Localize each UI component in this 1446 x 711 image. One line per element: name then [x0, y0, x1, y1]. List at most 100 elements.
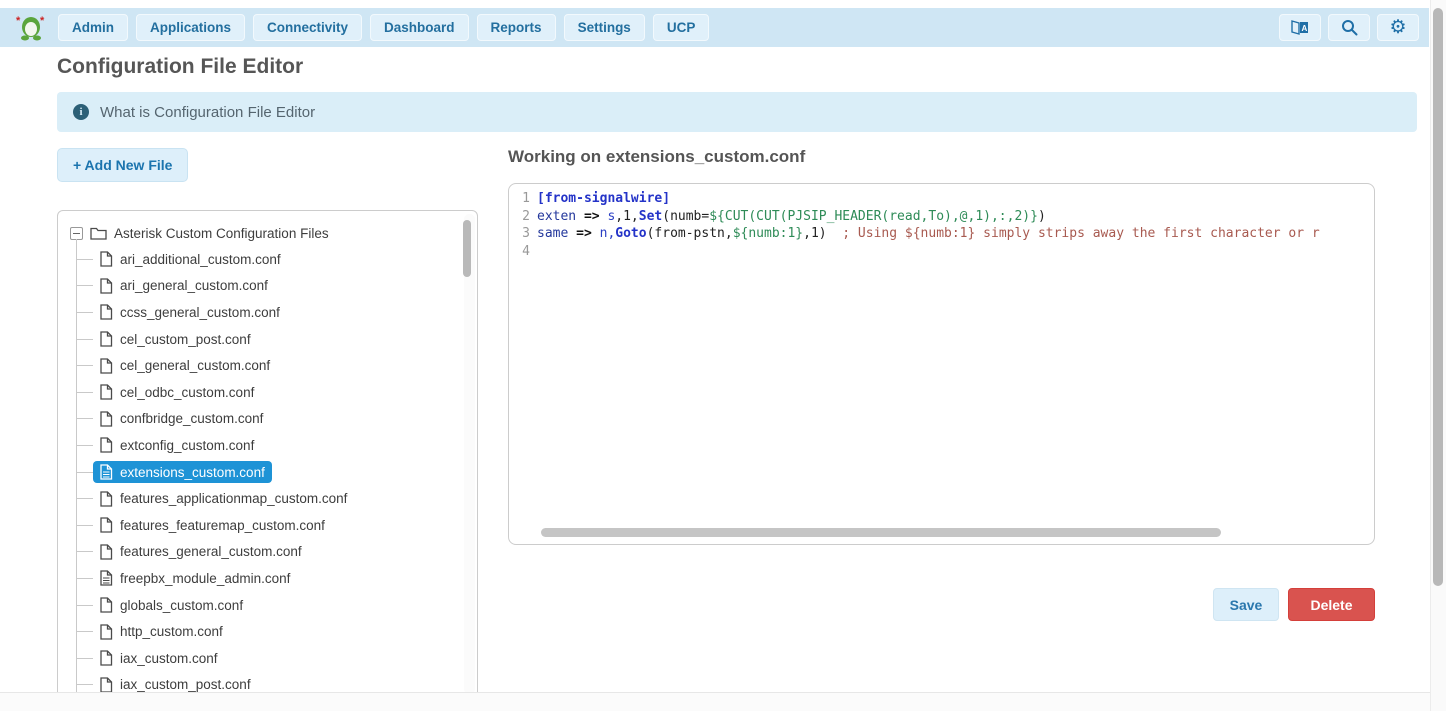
line-number: 2 — [509, 209, 537, 227]
svg-text:A: A — [1302, 24, 1308, 33]
tree-item-chip[interactable]: cel_custom_post.conf — [93, 328, 258, 350]
file-tree-panel: Asterisk Custom Configuration Files ari_… — [57, 210, 478, 702]
save-button[interactable]: Save — [1213, 588, 1279, 621]
tree-item-chip[interactable]: features_general_custom.conf — [93, 541, 309, 563]
line-number: 1 — [509, 191, 537, 209]
file-name-label: iax_custom.conf — [120, 651, 218, 666]
editor-horizontal-scrollbar[interactable] — [541, 528, 1221, 537]
tree-item-cel_custom_post.conf: cel_custom_post.conf — [76, 326, 467, 353]
tree-item-chip[interactable]: iax_custom.conf — [93, 647, 225, 669]
tree-item-features_featuremap_custom.conf: features_featuremap_custom.conf — [76, 512, 467, 539]
nav-item-admin[interactable]: Admin — [58, 14, 128, 41]
delete-button[interactable]: Delete — [1288, 588, 1375, 621]
file-name-label: features_applicationmap_custom.conf — [120, 491, 347, 506]
file-name-label: ari_additional_custom.conf — [120, 252, 281, 267]
tree-item-extensions_custom.conf: extensions_custom.conf — [76, 459, 467, 486]
line-number: 4 — [509, 244, 537, 262]
nav-item-reports[interactable]: Reports — [477, 14, 556, 41]
file-name-label: features_featuremap_custom.conf — [120, 518, 325, 533]
code-editor[interactable]: 1[from-signalwire]2exten => s,1,Set(numb… — [508, 183, 1375, 545]
file-icon — [100, 437, 113, 453]
tree-item-chip[interactable]: features_applicationmap_custom.conf — [93, 488, 354, 510]
collapse-icon[interactable] — [70, 227, 83, 240]
language-button[interactable]: A — [1279, 14, 1321, 41]
tree-item-chip[interactable]: cel_general_custom.conf — [93, 355, 277, 377]
code-line-3: 3same => n,Goto(from-pstn,${numb:1},1) ;… — [509, 226, 1374, 244]
tree-item-ari_general_custom.conf: ari_general_custom.conf — [76, 273, 467, 300]
tree-item-chip[interactable]: extconfig_custom.conf — [93, 434, 261, 456]
file-icon — [100, 464, 113, 480]
code-line-4: 4 — [509, 244, 1374, 262]
tree-item-http_custom.conf: http_custom.conf — [76, 618, 467, 645]
file-icon — [100, 331, 113, 347]
tree-item-ccss_general_custom.conf: ccss_general_custom.conf — [76, 299, 467, 326]
tree-item-confbridge_custom.conf: confbridge_custom.conf — [76, 406, 467, 433]
working-on-heading: Working on extensions_custom.conf — [508, 147, 805, 167]
file-name-label: cel_general_custom.conf — [120, 358, 270, 373]
tree-root-node[interactable]: Asterisk Custom Configuration Files — [70, 220, 467, 246]
file-icon — [100, 491, 113, 507]
gear-icon: ⚙ — [1389, 18, 1406, 37]
file-icon — [100, 624, 113, 640]
file-name-label: ari_general_custom.conf — [120, 278, 268, 293]
tree-item-chip[interactable]: confbridge_custom.conf — [93, 408, 270, 430]
tree-item-cel_odbc_custom.conf: cel_odbc_custom.conf — [76, 379, 467, 406]
tree-item-chip[interactable]: extensions_custom.conf — [93, 461, 272, 483]
freepbx-logo[interactable]: * * — [14, 13, 48, 43]
top-navbar: * * Admin Applications Connectivity Dashboa… — [0, 8, 1429, 47]
page-scrollbar-track[interactable] — [1430, 0, 1446, 711]
info-banner[interactable]: i What is Configuration File Editor — [57, 92, 1417, 132]
file-name-label: features_general_custom.conf — [120, 544, 302, 559]
file-name-label: extconfig_custom.conf — [120, 438, 254, 453]
file-icon — [100, 517, 113, 533]
file-icon — [100, 570, 113, 586]
file-name-label: extensions_custom.conf — [120, 465, 265, 480]
tree-scrollbar-track[interactable] — [464, 214, 475, 694]
folder-icon — [90, 226, 107, 240]
file-icon — [100, 251, 113, 267]
tree-item-features_applicationmap_custom.conf: features_applicationmap_custom.conf — [76, 485, 467, 512]
svg-text:*: * — [16, 15, 21, 27]
tree-item-chip[interactable]: ari_additional_custom.conf — [93, 248, 288, 270]
page-scrollbar-thumb[interactable] — [1433, 8, 1443, 586]
tree-item-chip[interactable]: features_featuremap_custom.conf — [93, 514, 332, 536]
search-button[interactable] — [1328, 14, 1370, 41]
nav-menu: Admin Applications Connectivity Dashboard Re… — [58, 14, 709, 41]
file-icon — [100, 411, 113, 427]
file-icon — [100, 677, 113, 693]
tree-item-chip[interactable]: freepbx_module_admin.conf — [93, 567, 297, 589]
code-line-1: 1[from-signalwire] — [509, 191, 1374, 209]
tree-item-chip[interactable]: cel_odbc_custom.conf — [93, 381, 261, 403]
file-name-label: iax_custom_post.conf — [120, 677, 251, 692]
settings-button[interactable]: ⚙ — [1377, 14, 1419, 41]
code-line-2: 2exten => s,1,Set(numb=${CUT(CUT(PJSIP_H… — [509, 209, 1374, 227]
file-icon — [100, 304, 113, 320]
tree-scrollbar-thumb[interactable] — [463, 220, 471, 277]
tree-item-chip[interactable]: ari_general_custom.conf — [93, 275, 275, 297]
nav-item-connectivity[interactable]: Connectivity — [253, 14, 362, 41]
tree-item-iax_custom.conf: iax_custom.conf — [76, 645, 467, 672]
page-title: Configuration File Editor — [57, 55, 303, 79]
nav-item-dashboard[interactable]: Dashboard — [370, 14, 469, 41]
file-name-label: confbridge_custom.conf — [120, 411, 263, 426]
tree-item-chip[interactable]: http_custom.conf — [93, 621, 230, 643]
file-icon — [100, 278, 113, 294]
add-new-file-button[interactable]: + Add New File — [57, 148, 188, 182]
tree-item-features_general_custom.conf: features_general_custom.conf — [76, 539, 467, 566]
tree-item-chip[interactable]: ccss_general_custom.conf — [93, 301, 287, 323]
tree-root-label: Asterisk Custom Configuration Files — [114, 226, 329, 241]
file-icon — [100, 544, 113, 560]
file-name-label: http_custom.conf — [120, 624, 223, 639]
file-name-label: cel_odbc_custom.conf — [120, 385, 254, 400]
nav-item-applications[interactable]: Applications — [136, 14, 245, 41]
file-icon — [100, 597, 113, 613]
tree-item-cel_general_custom.conf: cel_general_custom.conf — [76, 352, 467, 379]
tree-item-chip[interactable]: globals_custom.conf — [93, 594, 250, 616]
file-icon — [100, 384, 113, 400]
svg-text:*: * — [40, 15, 45, 27]
file-icon — [100, 358, 113, 374]
tree-item-globals_custom.conf: globals_custom.conf — [76, 592, 467, 619]
file-name-label: ccss_general_custom.conf — [120, 305, 280, 320]
nav-item-ucp[interactable]: UCP — [653, 14, 710, 41]
nav-item-settings[interactable]: Settings — [564, 14, 645, 41]
